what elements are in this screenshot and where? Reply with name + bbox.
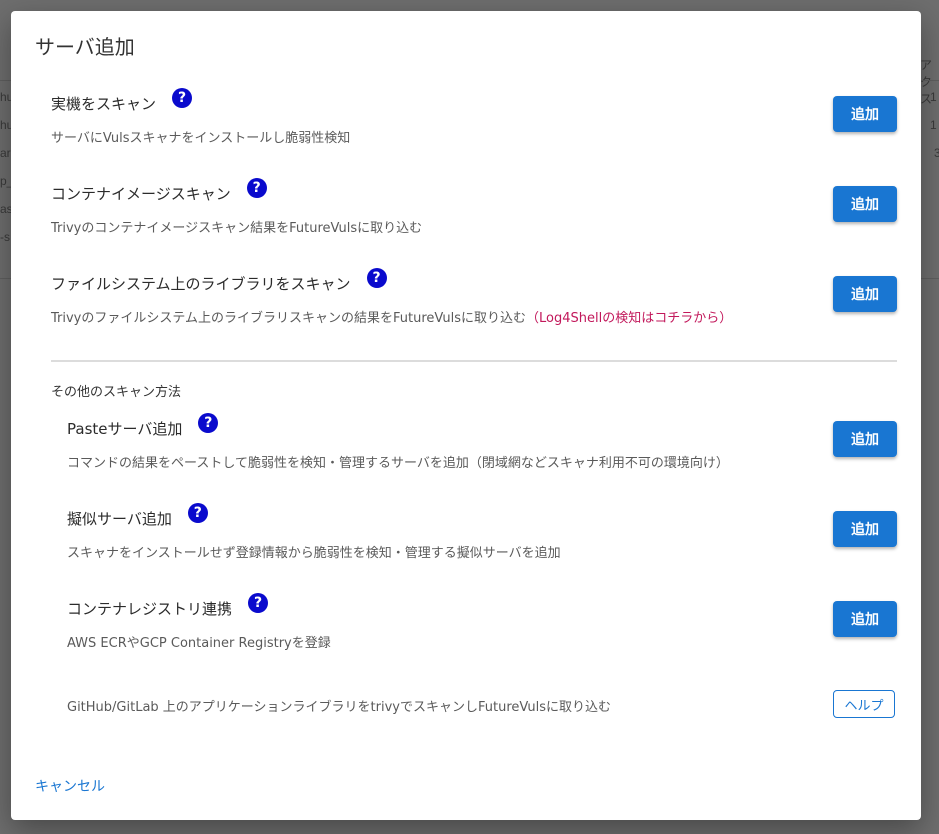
add-pseudo-server-button[interactable]: 追加 (833, 511, 897, 547)
help-icon[interactable]: ? (198, 413, 219, 433)
option-description: スキャナをインストールせず登録情報から脆弱性を検知・管理する擬似サーバを追加 (67, 546, 561, 561)
bg-cell: 3 (934, 146, 939, 160)
option-description: Trivyのファイルシステム上のライブラリスキャンの結果をFutureVulsに… (51, 311, 733, 326)
section-divider (51, 360, 897, 362)
other-methods-label: その他のスキャン方法 (51, 385, 182, 400)
log4shell-note: （Log4Shellの検知はコチラから） (526, 311, 733, 326)
option-title: コンテナイメージスキャン? (51, 178, 267, 204)
add-server-dialog: サーバ追加 実機をスキャン? サーバにVulsスキャナをインストールし脆弱性検知… (11, 11, 921, 820)
help-icon[interactable]: ? (246, 178, 267, 198)
help-icon[interactable]: ? (172, 88, 193, 108)
add-filesystem-library-scan-button[interactable]: 追加 (833, 276, 897, 312)
option-title: 実機をスキャン? (51, 88, 193, 114)
bg-cell: -s (0, 230, 10, 244)
option-description: AWS ECRやGCP Container Registryを登録 (67, 636, 331, 651)
help-icon[interactable]: ? (187, 503, 208, 523)
help-icon[interactable]: ? (366, 268, 387, 288)
option-physical-scan: 実機をスキャン? サーバにVulsスキャナをインストールし脆弱性検知 追加 (51, 88, 897, 154)
bg-divider (0, 278, 11, 279)
add-physical-scan-button[interactable]: 追加 (833, 96, 897, 132)
add-paste-server-button[interactable]: 追加 (833, 421, 897, 457)
help-button[interactable]: ヘルプ (833, 690, 895, 718)
option-description: サーバにVulsスキャナをインストールし脆弱性検知 (51, 131, 351, 146)
option-title: 擬似サーバ追加? (67, 503, 208, 529)
add-container-registry-button[interactable]: 追加 (833, 601, 897, 637)
add-container-image-scan-button[interactable]: 追加 (833, 186, 897, 222)
dialog-title: サーバ追加 (35, 35, 135, 59)
bg-divider (921, 80, 939, 81)
option-description: コマンドの結果をペーストして脆弱性を検知・管理するサーバを追加（閉域網などスキャ… (67, 456, 729, 471)
option-title: コンテナレジストリ連携? (67, 593, 269, 619)
git-library-scan-text: GitHub/GitLab 上のアプリケーションライブラリをtrivyでスキャン… (67, 700, 612, 715)
option-description: Trivyのコンテナイメージスキャン結果をFutureVulsに取り込む (51, 221, 423, 236)
bg-cell: 1 (930, 90, 937, 104)
option-pseudo-server: 擬似サーバ追加? スキャナをインストールせず登録情報から脆弱性を検知・管理する擬… (67, 503, 897, 569)
option-paste-server: Pasteサーバ追加? コマンドの結果をペーストして脆弱性を検知・管理するサーバ… (67, 413, 897, 479)
option-container-registry: コンテナレジストリ連携? AWS ECRやGCP Container Regis… (67, 593, 897, 659)
option-container-image-scan: コンテナイメージスキャン? Trivyのコンテナイメージスキャン結果をFutur… (51, 178, 897, 244)
cancel-button[interactable]: キャンセル (35, 776, 105, 796)
option-filesystem-library-scan: ファイルシステム上のライブラリをスキャン? Trivyのファイルシステム上のライ… (51, 268, 897, 334)
bg-divider (0, 80, 11, 81)
bg-divider (921, 278, 939, 279)
option-title: ファイルシステム上のライブラリをスキャン? (51, 268, 387, 294)
bg-cell: 1 (930, 118, 937, 132)
option-title: Pasteサーバ追加? (67, 413, 219, 439)
help-icon[interactable]: ? (248, 593, 269, 613)
